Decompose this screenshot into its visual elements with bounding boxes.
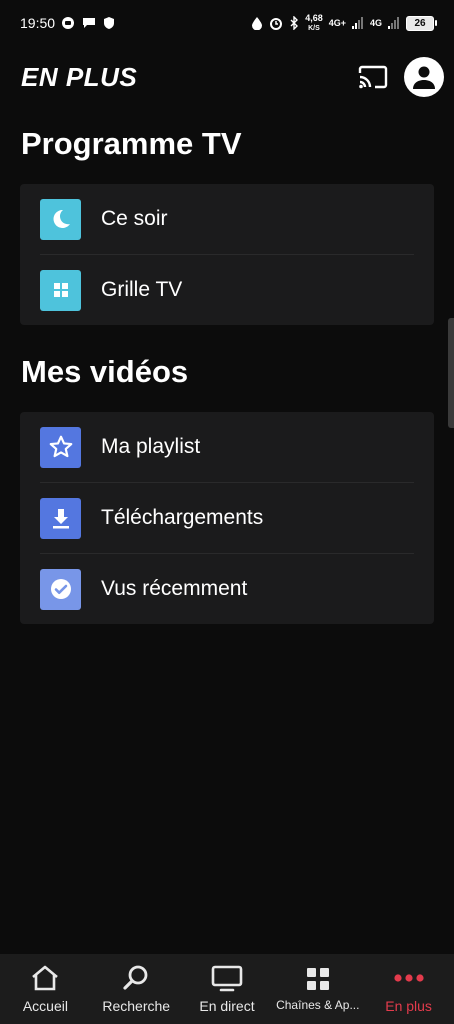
nav-item-en-direct[interactable]: En direct bbox=[182, 954, 273, 1024]
mes-videos-card: Ma playlist Téléchargements Vus récemmen… bbox=[20, 412, 434, 624]
nav-label: Recherche bbox=[102, 998, 171, 1014]
tv-app-notification-icon bbox=[61, 16, 75, 30]
section-title-programme-tv: Programme TV bbox=[21, 126, 242, 161]
nav-item-accueil[interactable]: Accueil bbox=[0, 954, 91, 1024]
network-speed-unit: K/S bbox=[308, 24, 320, 32]
network-speed-value: 4,68 bbox=[305, 12, 323, 23]
network-type-2: 4G bbox=[369, 17, 382, 28]
section-title-mes-videos: Mes vidéos bbox=[21, 354, 189, 389]
chat-notification-icon bbox=[81, 16, 97, 30]
network-speed: 4,68 K/S bbox=[305, 12, 323, 33]
account-avatar-button[interactable] bbox=[404, 57, 444, 97]
check-circle-icon bbox=[40, 568, 81, 610]
star-icon bbox=[40, 426, 81, 468]
home-icon bbox=[32, 965, 59, 991]
list-item-label: Vus récemment bbox=[101, 577, 248, 600]
list-item-label: Ma playlist bbox=[101, 435, 201, 458]
shield-notification-icon bbox=[103, 16, 115, 30]
list-item-label: Ce soir bbox=[101, 207, 168, 230]
cast-icon[interactable] bbox=[358, 64, 388, 90]
apps-icon bbox=[306, 968, 329, 990]
list-item-label: Téléchargements bbox=[101, 506, 264, 529]
list-item-ce-soir[interactable]: Ce soir bbox=[40, 184, 414, 255]
app-header: EN PLUS bbox=[0, 52, 454, 102]
nav-item-chaines-apps[interactable]: Chaînes & Ap... bbox=[272, 954, 363, 1024]
moon-icon bbox=[40, 198, 81, 240]
network-type-1: 4G+ bbox=[328, 17, 346, 28]
data-saver-icon bbox=[251, 16, 263, 30]
grid-icon bbox=[40, 269, 81, 311]
nav-item-en-plus[interactable]: En plus bbox=[363, 954, 454, 1024]
user-icon bbox=[413, 66, 435, 89]
brand-title: EN PLUS bbox=[21, 61, 138, 92]
programme-tv-card: Ce soir Grille TV bbox=[20, 184, 434, 325]
bluetooth-icon bbox=[289, 16, 299, 30]
header-actions bbox=[358, 57, 444, 97]
more-dots-icon bbox=[393, 974, 424, 982]
nav-label: En plus bbox=[385, 998, 432, 1014]
status-bar-right: 4,68 K/S 4G+ 4G 26 bbox=[251, 12, 437, 33]
list-item-label: Grille TV bbox=[101, 278, 183, 301]
download-icon bbox=[40, 497, 81, 539]
bottom-navigation: Accueil Recherche En direct Chaînes & Ap… bbox=[0, 954, 454, 1024]
nav-label: Chaînes & Ap... bbox=[276, 998, 360, 1012]
list-item-telechargements[interactable]: Téléchargements bbox=[40, 483, 414, 554]
list-item-vus-recemment[interactable]: Vus récemment bbox=[40, 554, 414, 624]
status-time: 19:50 bbox=[20, 15, 56, 31]
nav-item-recherche[interactable]: Recherche bbox=[91, 954, 182, 1024]
list-item-ma-playlist[interactable]: Ma playlist bbox=[40, 412, 414, 483]
signal-icon-1 bbox=[351, 17, 364, 29]
status-bar: 19:50 4,68 K/S 4G+ 4G 26 bbox=[0, 0, 454, 46]
status-bar-left: 19:50 bbox=[20, 15, 115, 31]
scrollbar[interactable] bbox=[448, 318, 454, 428]
search-icon bbox=[123, 965, 148, 990]
list-item-grille-tv[interactable]: Grille TV bbox=[40, 255, 414, 325]
tv-icon bbox=[211, 965, 243, 992]
nav-label: En direct bbox=[199, 998, 255, 1014]
alarm-icon bbox=[269, 16, 283, 30]
nav-label: Accueil bbox=[22, 998, 68, 1014]
signal-icon-2 bbox=[388, 17, 400, 29]
battery-indicator: 26 bbox=[406, 15, 437, 31]
